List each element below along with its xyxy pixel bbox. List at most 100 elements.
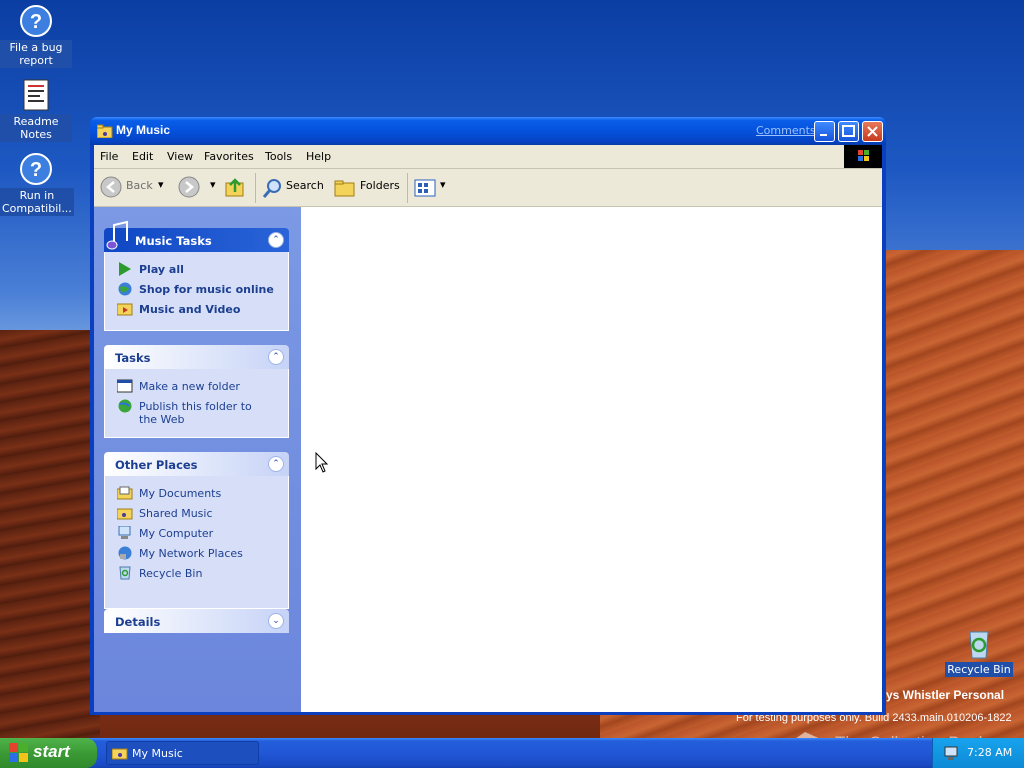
toolbar-separator [407, 173, 408, 203]
globe-icon [118, 282, 132, 296]
window-titlebar[interactable]: My Music Comments? [90, 117, 886, 145]
back-dropdown-icon[interactable]: ▾ [158, 178, 164, 191]
close-button[interactable] [862, 121, 883, 142]
explorer-window: My Music Comments? File Edit View Favori… [90, 117, 886, 715]
clock[interactable]: 7:28 AM [967, 746, 1012, 759]
place-my-network-places[interactable]: My Network Places [105, 544, 288, 564]
build-watermark-title: ys Whistler Personal [886, 688, 1005, 702]
back-button[interactable] [100, 176, 122, 201]
forward-arrow-icon [178, 176, 200, 198]
details-header[interactable]: Details ⌄ [104, 609, 289, 633]
minimize-button[interactable] [814, 121, 835, 142]
search-button[interactable]: Search [262, 177, 326, 199]
search-icon [262, 179, 281, 198]
my-documents-icon [117, 486, 133, 500]
tasks-panel: Tasks ⌃ Make a new folder Publish this f… [104, 345, 289, 438]
collapse-chevron-icon[interactable]: ⌃ [268, 456, 284, 472]
toolbar-separator [255, 173, 256, 203]
music-tasks-body: Play all Shop for music online Music and… [104, 252, 289, 331]
help-icon: ? [19, 152, 53, 186]
tasks-title: Tasks [115, 351, 151, 365]
my-computer-icon [118, 526, 131, 539]
desktop-icon-label: Run in Compatibil... [0, 188, 74, 216]
other-places-header[interactable]: Other Places ⌃ [104, 452, 289, 476]
place-recycle-bin[interactable]: Recycle Bin [105, 564, 288, 584]
folders-button[interactable]: Folders [334, 177, 400, 199]
svg-text:?: ? [30, 159, 42, 181]
menu-edit[interactable]: Edit [132, 150, 153, 163]
desktop-icon-run-in-compatibility[interactable]: ? Run in Compatibil... [0, 152, 74, 216]
recycle-bin-icon [119, 566, 131, 580]
help-icon: ? [19, 4, 53, 38]
forward-dropdown-icon[interactable]: ▾ [210, 178, 216, 191]
music-tasks-panel: Music Tasks ⌃ Play all Shop for music on… [104, 220, 289, 331]
folders-icon [334, 180, 355, 197]
task-shop-music-online[interactable]: Shop for music online [105, 280, 288, 300]
tasks-header[interactable]: Tasks ⌃ [104, 345, 289, 369]
music-tasks-title: Music Tasks [135, 234, 212, 248]
up-folder-icon [225, 178, 244, 197]
task-label: Publish this folder to the Web [139, 400, 252, 426]
taskbar-item-label: My Music [132, 747, 183, 760]
place-shared-music[interactable]: Shared Music [105, 504, 288, 524]
details-title: Details [115, 615, 161, 629]
menu-tools[interactable]: Tools [265, 150, 292, 163]
task-make-new-folder[interactable]: Make a new folder [105, 377, 288, 397]
windows-logo-icon [844, 145, 882, 168]
views-icon [414, 179, 436, 197]
other-places-body: My Documents Shared Music My Computer My… [104, 476, 289, 609]
network-tray-icon[interactable] [943, 745, 961, 761]
views-dropdown-icon: ▾ [440, 178, 446, 191]
start-button[interactable]: start [0, 738, 97, 768]
task-label: Make a new folder [139, 380, 240, 393]
forward-button[interactable] [178, 176, 200, 201]
desktop-icon-label: File a bug report [0, 40, 72, 68]
tasks-body: Make a new folder Publish this folder to… [104, 369, 289, 438]
menu-help[interactable]: Help [306, 150, 331, 163]
back-label: Back [126, 179, 153, 192]
play-icon [119, 262, 131, 276]
place-label: My Documents [139, 487, 222, 500]
music-folder-icon [112, 748, 128, 760]
desktop-icon-file-bug-report[interactable]: ? File a bug report [0, 4, 72, 68]
recycle-bin-icon [962, 626, 996, 660]
collapse-chevron-icon[interactable]: ⌃ [268, 232, 284, 248]
comments-link[interactable]: Comments? [756, 124, 821, 137]
desktop-icon-label: Recycle Bin [945, 662, 1013, 677]
windows-flag-icon [9, 743, 28, 762]
place-my-computer[interactable]: My Computer [105, 524, 288, 544]
search-label: Search [286, 179, 324, 192]
other-places-panel: Other Places ⌃ My Documents Shared Music… [104, 452, 289, 609]
menu-view[interactable]: View [167, 150, 193, 163]
place-label: Recycle Bin [139, 567, 203, 580]
folders-label: Folders [360, 179, 400, 192]
task-publish-folder-web[interactable]: Publish this folder to the Web [105, 397, 288, 427]
standard-toolbar: Back ▾ ▾ Search Folders ▾ [94, 169, 882, 207]
start-label: start [33, 742, 70, 761]
back-arrow-icon [100, 176, 122, 198]
file-list-area[interactable] [301, 207, 882, 712]
task-music-and-video[interactable]: Music and Video [105, 300, 288, 320]
menu-file[interactable]: File [100, 150, 118, 163]
up-folder-button[interactable] [224, 176, 246, 201]
place-my-documents[interactable]: My Documents [105, 484, 288, 504]
desktop-icon-recycle-bin[interactable]: Recycle Bin [943, 626, 1015, 677]
document-icon [19, 78, 53, 112]
place-label: My Network Places [139, 547, 243, 560]
expand-chevron-icon[interactable]: ⌄ [268, 613, 284, 629]
taskbar: start My Music 7:28 AM [0, 738, 1024, 768]
menu-favorites[interactable]: Favorites [204, 150, 254, 163]
close-icon [867, 126, 878, 137]
desktop-icon-readme-notes[interactable]: Readme Notes [0, 78, 72, 142]
views-button[interactable]: ▾ [414, 177, 448, 199]
place-label: Shared Music [139, 507, 213, 520]
collapse-chevron-icon[interactable]: ⌃ [268, 349, 284, 365]
music-tasks-header[interactable]: Music Tasks ⌃ [104, 220, 289, 252]
task-play-all[interactable]: Play all [105, 260, 288, 280]
task-label: Shop for music online [139, 283, 274, 296]
window-title: My Music [116, 123, 171, 137]
new-folder-icon [117, 379, 133, 393]
mouse-cursor-icon [315, 451, 329, 477]
taskbar-item-my-music[interactable]: My Music [106, 741, 259, 765]
maximize-button[interactable] [838, 121, 859, 142]
